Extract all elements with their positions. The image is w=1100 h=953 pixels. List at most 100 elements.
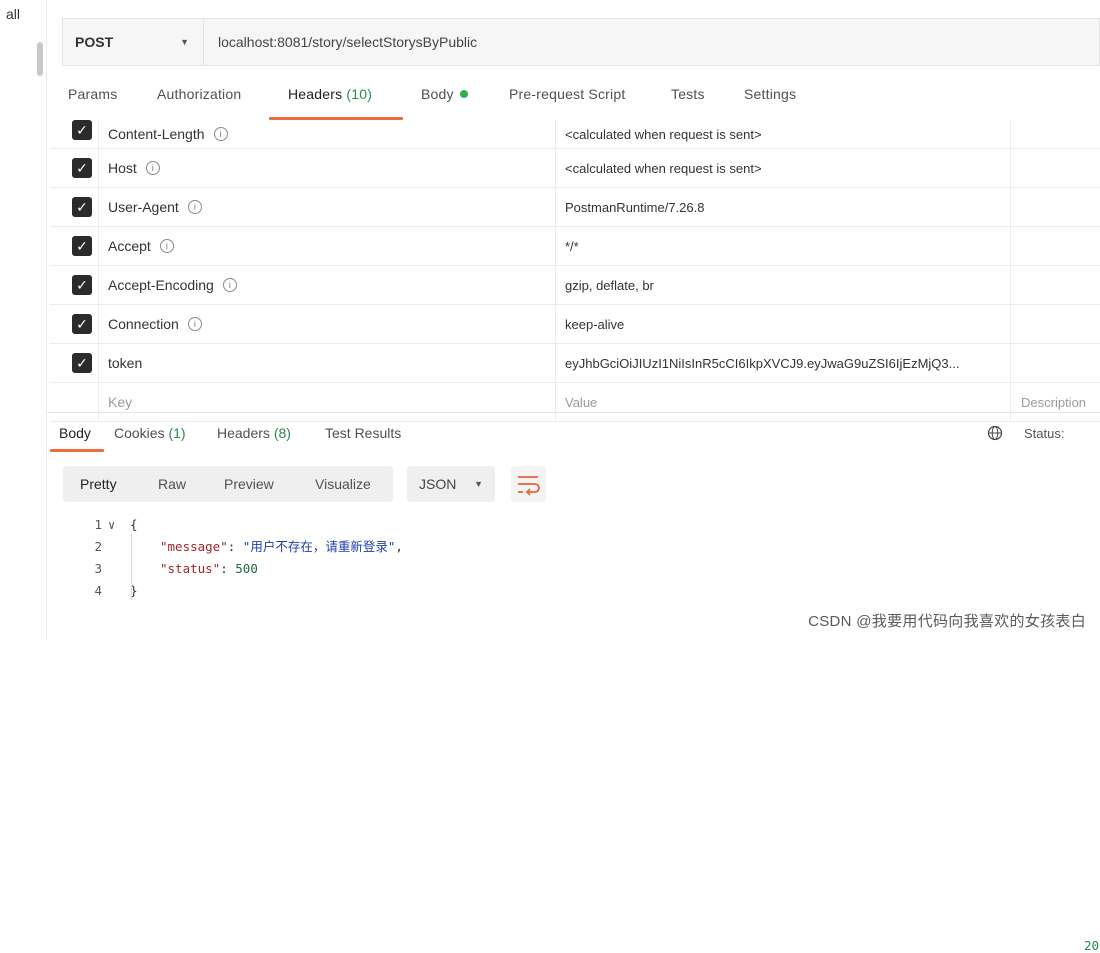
tab-pre-request-script[interactable]: Pre-request Script [509, 86, 625, 102]
header-key[interactable]: Host i [108, 149, 160, 187]
tab-body[interactable]: Body [421, 86, 468, 102]
format-select[interactable]: JSON ▼ [407, 466, 495, 502]
info-icon[interactable]: i [222, 278, 237, 292]
info-icon[interactable]: i [145, 161, 160, 175]
response-tab-headers[interactable]: Headers (8) [217, 425, 291, 441]
status-label: Status: [1024, 426, 1065, 441]
tab-label: Pre-request Script [509, 86, 626, 102]
view-visualize-button[interactable]: Visualize [315, 466, 371, 502]
header-value[interactable]: gzip, deflate, br [555, 266, 1010, 304]
header-key-label: Accept [108, 238, 151, 254]
info-icon[interactable]: i [187, 317, 202, 331]
fold-chevron-icon[interactable]: ∨ [108, 514, 115, 536]
header-key-label: Connection [108, 316, 179, 332]
view-preview-button[interactable]: Preview [224, 466, 274, 502]
header-description[interactable] [1010, 266, 1100, 304]
table-row: ✓ Content-Length i <calculated when reque… [50, 120, 1100, 149]
header-description[interactable] [1010, 344, 1100, 382]
sidebar-scrollbar[interactable] [37, 42, 43, 76]
new-value-input[interactable]: Value [555, 383, 1010, 421]
tab-label: Test Results [325, 425, 402, 441]
header-description[interactable] [1010, 149, 1100, 187]
info-icon[interactable]: i [187, 200, 202, 214]
active-response-tab-indicator [50, 449, 104, 452]
header-value[interactable]: eyJhbGciOiJIUzI1NiIsInR5cCI6IkpXVCJ9.eyJ… [555, 344, 1010, 382]
tab-headers[interactable]: Headers (10) [288, 86, 372, 102]
header-value[interactable]: keep-alive [555, 305, 1010, 343]
json-value: "用户不存在，请重新登录" [242, 539, 396, 554]
header-key[interactable]: Connection i [108, 305, 202, 343]
header-description[interactable] [1010, 305, 1100, 343]
json-trail: , [395, 539, 403, 554]
info-icon[interactable]: i [213, 127, 228, 141]
checkbox[interactable]: ✓ [72, 353, 92, 373]
checkbox-cell: ✓ [50, 149, 99, 187]
header-value[interactable]: <calculated when request is sent> [555, 149, 1010, 187]
header-value[interactable]: PostmanRuntime/7.26.8 [555, 188, 1010, 226]
line-number: 4 [94, 583, 102, 598]
table-row: ✓ Host i <calculated when request is sent… [50, 149, 1100, 188]
tab-label: Settings [744, 86, 797, 102]
json-separator: : [220, 561, 236, 576]
checkbox[interactable]: ✓ [72, 120, 92, 140]
checkbox[interactable]: ✓ [72, 236, 92, 256]
tab-settings[interactable]: Settings [744, 86, 796, 102]
table-row: ✓ User-Agent i PostmanRuntime/7.26.8 [50, 188, 1100, 227]
tab-count: (10) [346, 86, 373, 102]
info-icon[interactable]: i [159, 239, 174, 253]
tab-tests[interactable]: Tests [671, 86, 705, 102]
globe-icon[interactable] [987, 425, 1003, 441]
view-pretty-button[interactable]: Pretty [80, 466, 117, 502]
panel-divider [46, 0, 47, 640]
header-key-label: Host [108, 160, 137, 176]
header-key[interactable]: Accept i [108, 227, 174, 265]
indent-guide [131, 534, 132, 600]
new-key-input[interactable]: Key [108, 383, 132, 421]
header-key-label: Accept-Encoding [108, 277, 214, 293]
url-input[interactable]: localhost:8081/story/selectStorysByPubli… [204, 19, 477, 65]
wrap-lines-button[interactable] [511, 466, 546, 502]
view-raw-button[interactable]: Raw [158, 466, 186, 502]
response-tab-test-results[interactable]: Test Results [325, 425, 401, 441]
json-separator: : [227, 539, 243, 554]
checkbox[interactable]: ✓ [72, 158, 92, 178]
table-row-new: Key Value Description [50, 383, 1100, 422]
header-key[interactable]: Content-Length i [108, 120, 228, 148]
tab-authorization[interactable]: Authorization [157, 86, 241, 102]
header-description[interactable] [1010, 120, 1100, 148]
wrap-lines-icon [518, 476, 540, 496]
tab-params[interactable]: Params [68, 86, 117, 102]
headers-table: ✓ Content-Length i <calculated when reque… [50, 120, 1100, 422]
header-key[interactable]: Accept-Encoding i [108, 266, 237, 304]
header-value[interactable]: <calculated when request is sent> [555, 120, 1010, 148]
header-key[interactable]: token [108, 344, 142, 382]
checkbox[interactable]: ✓ [72, 197, 92, 217]
new-description-input[interactable]: Description [1010, 383, 1100, 421]
checkbox-cell: ✓ [50, 227, 99, 265]
header-key[interactable]: User-Agent i [108, 188, 202, 226]
tab-count: (8) [273, 425, 291, 441]
response-status: Status: 200 [1024, 426, 1100, 953]
format-label: JSON [419, 476, 457, 492]
header-description[interactable] [1010, 227, 1100, 265]
response-tab-body[interactable]: Body [59, 425, 91, 441]
watermark: CSDN @我要用代码向我喜欢的女孩表白 [808, 613, 1086, 630]
request-bar: POST ▼ localhost:8081/story/selectStorys… [62, 18, 1100, 66]
code-text: "message": "用户不存在，请重新登录", [160, 536, 403, 558]
table-row: ✓ Accept-Encoding i gzip, deflate, br [50, 266, 1100, 305]
checkbox[interactable]: ✓ [72, 314, 92, 334]
method-label: POST [75, 34, 114, 50]
checkbox[interactable]: ✓ [72, 275, 92, 295]
response-tab-cookies[interactable]: Cookies (1) [114, 425, 186, 441]
header-description[interactable] [1010, 188, 1100, 226]
method-select[interactable]: POST ▼ [63, 19, 204, 65]
table-row: ✓ Connection i keep-alive [50, 305, 1100, 344]
view-mode-group: Pretty Raw Preview Visualize [63, 466, 393, 502]
tab-label: Body [59, 425, 91, 441]
checkbox-cell: ✓ [50, 120, 99, 148]
tab-label: Authorization [157, 86, 242, 102]
header-key-label: Content-Length [108, 126, 205, 142]
header-value[interactable]: */* [555, 227, 1010, 265]
line-number: 2 [94, 539, 102, 554]
line-number: 1 [94, 517, 102, 532]
